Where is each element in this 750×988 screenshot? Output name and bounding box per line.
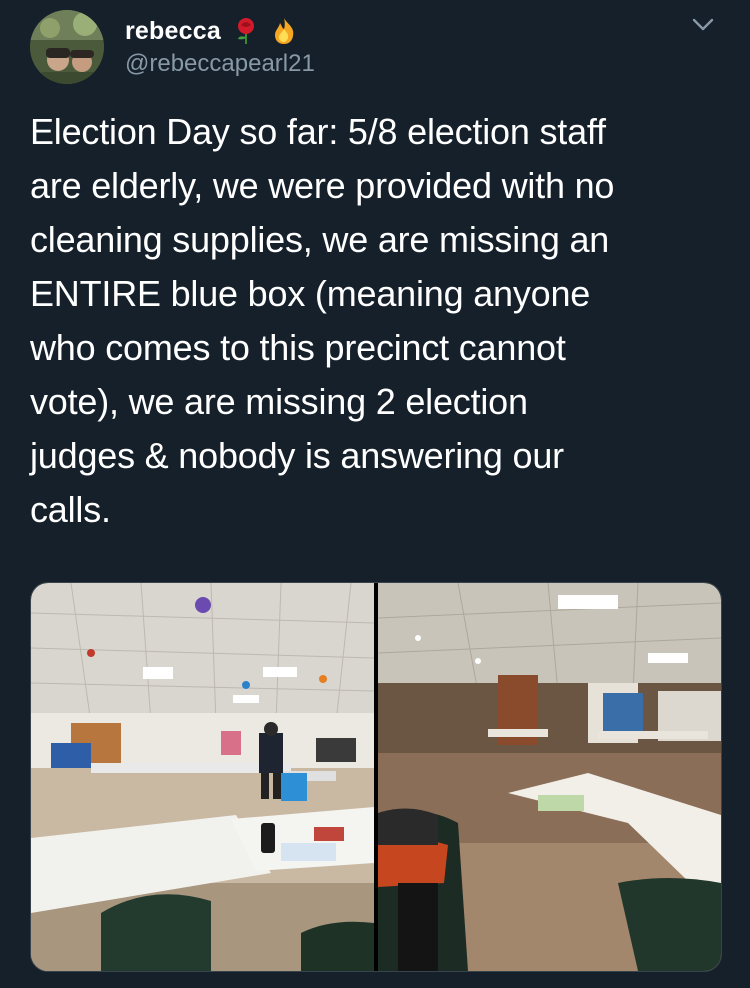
display-name[interactable]: rebecca: [125, 17, 221, 46]
handle[interactable]: @rebeccapearl21: [125, 50, 315, 78]
rose-icon: [233, 17, 259, 45]
tweet-photo-2[interactable]: [377, 583, 721, 971]
chevron-down-icon[interactable]: [688, 12, 718, 38]
tweet-photo-1[interactable]: [31, 583, 375, 971]
tweet-text: Election Day so far: 5/8 election staff …: [30, 111, 615, 530]
fire-icon: [271, 17, 297, 45]
avatar[interactable]: [30, 10, 104, 84]
tweet-media: [30, 582, 722, 972]
tweet-header: rebecca @rebeccapearl21: [30, 10, 720, 90]
